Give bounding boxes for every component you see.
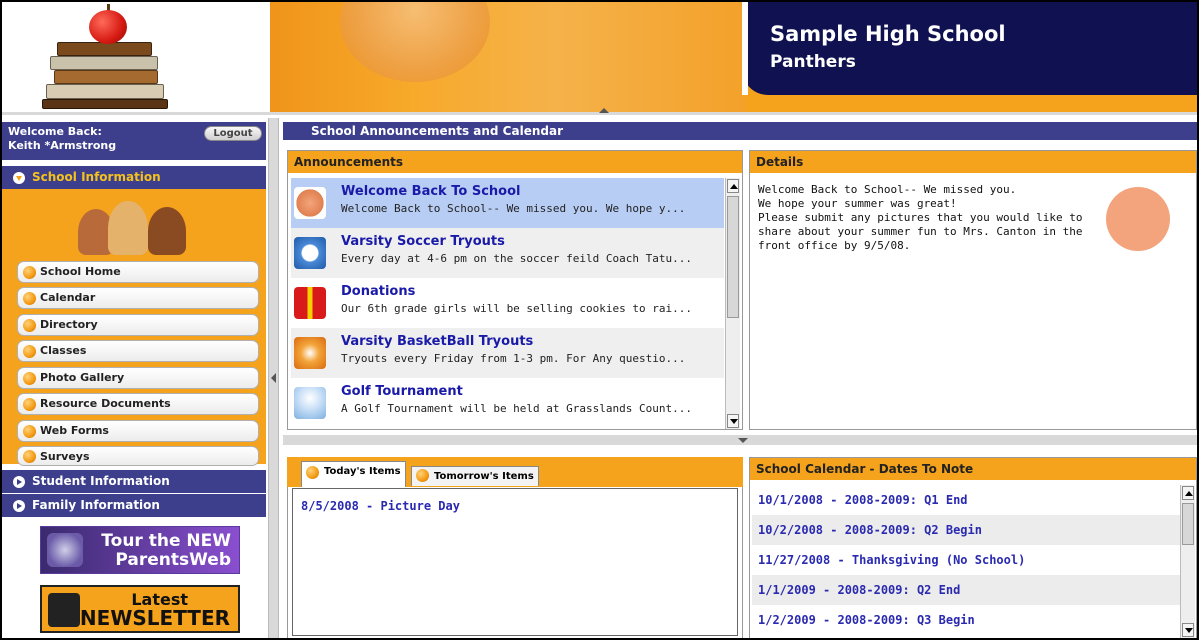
calendar-dates-list: 10/1/2008 - 2008-2009: Q1 End 10/2/2008 … (752, 485, 1180, 638)
school-name: Sample High School (770, 22, 1006, 46)
collapse-left-icon[interactable] (271, 373, 276, 383)
calendar-date-row[interactable]: 1/1/2009 - 2008-2009: Q2 End (752, 575, 1180, 605)
details-heading: Details (750, 151, 1196, 173)
gift-icon (294, 287, 326, 319)
orange-bullet-icon (23, 398, 36, 411)
orange-bullet-icon (416, 469, 429, 482)
list-item[interactable]: Varsity Soccer Tryouts Every day at 4-6 … (291, 228, 724, 278)
calendar-date-row[interactable]: 1/2/2009 - 2008-2009: Q3 Begin (752, 605, 1180, 635)
announcements-heading: Announcements (288, 151, 742, 173)
sidebar-item-calendar[interactable]: Calendar (17, 287, 259, 309)
scroll-up-button[interactable] (1182, 486, 1194, 500)
sidebar-item-school-home[interactable]: School Home (17, 261, 259, 283)
header-banner: Sample High School Panthers (2, 2, 1197, 115)
school-title-box: Sample High School Panthers (742, 2, 1197, 95)
items-tabs: Today's Items Tomorrow's Items (287, 457, 743, 487)
parents-photo (68, 195, 198, 255)
details-text: Welcome Back to School-- We missed you. … (758, 183, 1083, 252)
announcements-list: Welcome Back To School Welcome Back to S… (291, 178, 724, 428)
calendar-scrollbar[interactable] (1180, 485, 1195, 638)
scroll-thumb[interactable] (1182, 503, 1194, 545)
scroll-down-button[interactable] (727, 414, 739, 428)
calendar-date-row[interactable]: 10/1/2008 - 2008-2009: Q1 End (752, 485, 1180, 515)
announcements-scrollbar[interactable] (725, 178, 740, 429)
tab-todays-items[interactable]: Today's Items (301, 461, 406, 487)
page-title: School Announcements and Calendar (311, 124, 563, 138)
books-apple-logo (2, 2, 270, 115)
sidebar-item-directory[interactable]: Directory (17, 314, 259, 336)
calendar-date-row[interactable]: 10/2/2008 - 2008-2009: Q2 Begin (752, 515, 1180, 545)
sidebar-item-surveys[interactable]: Surveys (17, 446, 259, 466)
orange-bullet-icon (23, 450, 36, 463)
binoculars-icon (47, 533, 83, 567)
confetti-icon (294, 187, 326, 219)
collapse-up-icon[interactable] (599, 108, 609, 113)
orange-bullet-icon (23, 345, 36, 358)
orange-bullet-icon (23, 372, 36, 385)
section-school-information[interactable]: School Information (2, 166, 266, 189)
details-panel: Details Welcome Back to School-- We miss… (749, 150, 1197, 430)
calendar-panel: School Calendar - Dates To Note 10/1/200… (749, 457, 1197, 638)
section-label: School Information (32, 170, 161, 184)
calendar-date-row[interactable]: 11/27/2008 - Thanksgiving (No School) (752, 545, 1180, 575)
user-name: Keith *Armstrong (8, 139, 117, 152)
app-frame: Sample High School Panthers Welcome Back… (0, 0, 1199, 640)
megaphone-icon (48, 593, 80, 627)
collapse-down-icon[interactable] (738, 438, 748, 443)
section-family-information[interactable]: Family Information (2, 494, 266, 517)
orange-bullet-icon (23, 319, 36, 332)
section-label: Student Information (32, 474, 170, 488)
sidebar-item-classes[interactable]: Classes (17, 340, 259, 362)
list-item[interactable]: Welcome Back To School Welcome Back to S… (291, 178, 724, 228)
golf-ball-icon (294, 387, 326, 419)
announcements-panel: Announcements Welcome Back To School Wel… (287, 150, 743, 430)
sidebar-item-web-forms[interactable]: Web Forms (17, 420, 259, 442)
sidebar-item-resource-documents[interactable]: Resource Documents (17, 393, 259, 415)
calendar-heading: School Calendar - Dates To Note (750, 458, 1196, 480)
content-splitter[interactable] (283, 435, 1197, 445)
orange-bullet-icon (23, 292, 36, 305)
left-sidebar: Welcome Back: Keith *Armstrong Logout Sc… (2, 118, 267, 638)
basketball-icon (294, 337, 326, 369)
confetti-icon (1106, 187, 1170, 251)
sidebar-splitter[interactable] (268, 118, 279, 638)
scroll-down-button[interactable] (1182, 623, 1194, 637)
school-information-panel: School Home Calendar Directory Classes P… (2, 189, 266, 466)
soccer-ball-icon (294, 237, 326, 269)
scroll-up-button[interactable] (727, 179, 739, 193)
scroll-thumb[interactable] (727, 196, 739, 318)
header-photo (270, 2, 745, 115)
latest-newsletter-banner[interactable]: Latest NEWSLETTER (40, 585, 240, 633)
sidebar-item-photo-gallery[interactable]: Photo Gallery (17, 367, 259, 389)
school-mascot: Panthers (770, 52, 856, 72)
list-item[interactable]: 8/5/2008 - Picture Day (301, 499, 460, 513)
orange-bullet-icon (306, 466, 319, 479)
section-student-information[interactable]: Student Information (2, 470, 266, 493)
orange-bullet-icon (23, 266, 36, 279)
welcome-box: Welcome Back: Keith *Armstrong Logout (2, 122, 266, 160)
list-item[interactable]: Golf Tournament A Golf Tournament will b… (291, 378, 724, 428)
section-label: Family Information (32, 498, 160, 512)
tab-tomorrows-items[interactable]: Tomorrow's Items (411, 466, 539, 486)
tour-parentsweb-banner[interactable]: Tour the NEW ParentsWeb (40, 526, 240, 574)
list-item[interactable]: Varsity BasketBall Tryouts Tryouts every… (291, 328, 724, 378)
orange-bullet-icon (23, 425, 36, 438)
main-title-bar: School Announcements and Calendar (283, 122, 1197, 140)
list-item[interactable]: Donations Our 6th grade girls will be se… (291, 278, 724, 328)
todays-items-list: 8/5/2008 - Picture Day (292, 488, 738, 636)
logout-button[interactable]: Logout (204, 126, 262, 141)
